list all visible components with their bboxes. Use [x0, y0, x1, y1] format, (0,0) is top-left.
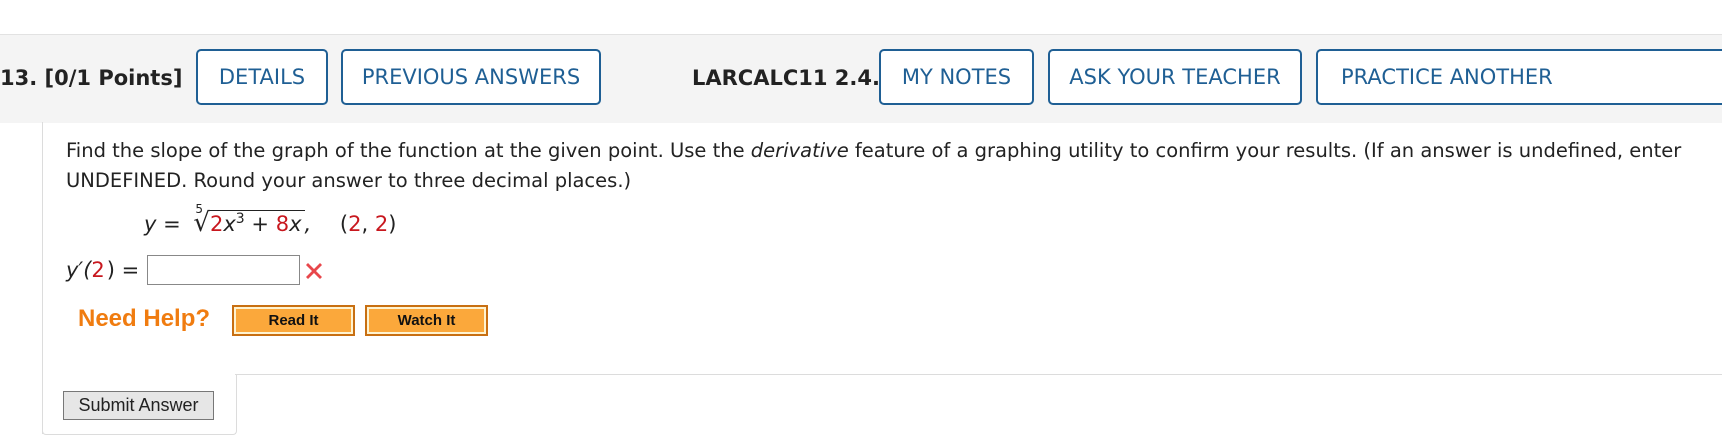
formula-lhs: y = — [144, 212, 181, 236]
x-mark-icon — [306, 263, 322, 279]
question-title: 13. [0/1 Points] — [0, 66, 182, 90]
formula-comma: , — [304, 212, 312, 236]
watch-it-button[interactable]: Watch It — [365, 305, 488, 336]
answer-label-arg: 2 — [91, 258, 105, 282]
answer-label-close: ) = — [106, 258, 140, 282]
read-it-button[interactable]: Read It — [232, 305, 355, 336]
fifth-root: 5 √2x3 + 8x — [193, 202, 305, 238]
root-index: 5 — [195, 202, 204, 216]
term1-variable: x — [223, 212, 236, 236]
term2-variable: x — [289, 212, 302, 236]
function-formula: y = 5 √2x3 + 8x, (2, 2) — [144, 202, 397, 238]
previous-answers-button[interactable]: PREVIOUS ANSWERS — [341, 49, 601, 105]
instructions-emphasis: derivative — [750, 139, 849, 162]
plus-sign: + — [251, 212, 269, 236]
point-close-paren: ) — [388, 212, 397, 236]
answer-row: y′(2) = — [66, 255, 301, 285]
term1-coefficient: 2 — [209, 212, 224, 236]
point-separator: , — [361, 212, 375, 236]
point-x: 2 — [348, 212, 362, 236]
instructions-text-1: Find the slope of the graph of the funct… — [66, 139, 751, 162]
my-notes-button[interactable]: MY NOTES — [879, 49, 1034, 105]
point-open-paren: ( — [339, 212, 349, 236]
question-instructions: Find the slope of the graph of the funct… — [66, 136, 1706, 196]
term2-coefficient: 8 — [275, 212, 290, 236]
term1-exponent: 3 — [235, 211, 245, 227]
question-points: [0/1 Points] — [44, 66, 183, 90]
details-button[interactable]: DETAILS — [196, 49, 328, 105]
submit-area-divider — [235, 374, 1722, 375]
need-help-label: Need Help? — [78, 305, 211, 332]
answer-input[interactable] — [147, 255, 301, 285]
practice-another-button[interactable]: PRACTICE ANOTHER — [1316, 49, 1722, 105]
submit-answer-button[interactable]: Submit Answer — [63, 391, 214, 420]
ask-your-teacher-button[interactable]: ASK YOUR TEACHER — [1048, 49, 1302, 105]
radicand: 2x3 + 8x — [207, 210, 305, 236]
question-number: 13. — [0, 66, 38, 90]
given-point: (2, 2) — [340, 212, 397, 236]
answer-label-fn: y′( — [66, 258, 92, 282]
point-y: 2 — [374, 212, 389, 236]
